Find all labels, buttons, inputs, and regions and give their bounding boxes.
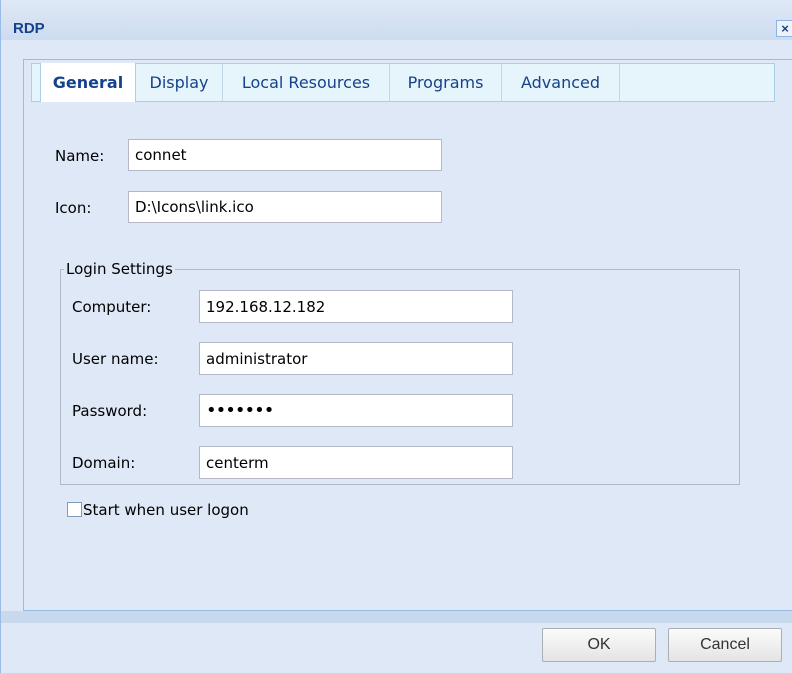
footer-separator [1,611,792,623]
username-label: User name: [72,350,159,368]
tab-local-resources-label: Local Resources [241,73,371,92]
computer-label: Computer: [72,298,152,316]
password-field[interactable]: ••••••• [199,394,513,427]
login-settings-group: Login Settings Computer: 192.168.12.182 … [60,260,740,485]
close-icon: × [781,21,789,36]
close-button[interactable]: × [776,20,792,37]
name-field[interactable]: connet [128,139,442,171]
tab-strip: General Display Local Resources Programs… [31,63,775,102]
dialog-title: RDP [13,20,45,37]
tab-advanced[interactable]: Advanced [502,64,620,101]
name-label: Name: [55,147,105,165]
tab-panel: General Display Local Resources Programs… [23,59,792,611]
cancel-button-label: Cancel [700,636,750,653]
icon-path-value: D:\Icons\link.ico [135,198,254,216]
tab-programs[interactable]: Programs [390,64,502,101]
rdp-dialog: RDP × General Display Local Resources Pr… [0,0,792,673]
tab-general[interactable]: General [40,63,136,102]
tab-display[interactable]: Display [136,64,223,101]
ok-button[interactable]: OK [542,628,656,662]
icon-label: Icon: [55,199,92,217]
tab-programs-label: Programs [407,73,484,92]
username-field[interactable]: administrator [199,342,513,375]
computer-value: 192.168.12.182 [206,297,326,316]
username-value: administrator [206,349,308,368]
tab-display-label: Display [149,73,209,92]
password-value: ••••••• [206,400,274,421]
tab-general-label: General [52,73,124,92]
cancel-button[interactable]: Cancel [668,628,782,662]
ok-button-label: OK [587,636,611,653]
computer-field[interactable]: 192.168.12.182 [199,290,513,323]
domain-field[interactable]: centerm [199,446,513,479]
domain-label: Domain: [72,454,136,472]
name-value: connet [135,146,187,164]
title-bar[interactable]: RDP × [1,0,792,40]
tab-advanced-label: Advanced [520,73,601,92]
password-label: Password: [72,402,148,420]
start-on-logon-label[interactable]: Start when user logon [83,501,249,519]
login-settings-legend: Login Settings [64,260,175,278]
tab-local-resources[interactable]: Local Resources [223,64,390,101]
icon-path-field[interactable]: D:\Icons\link.ico [128,191,442,223]
domain-value: centerm [206,453,269,472]
start-on-logon-checkbox[interactable] [67,502,82,517]
